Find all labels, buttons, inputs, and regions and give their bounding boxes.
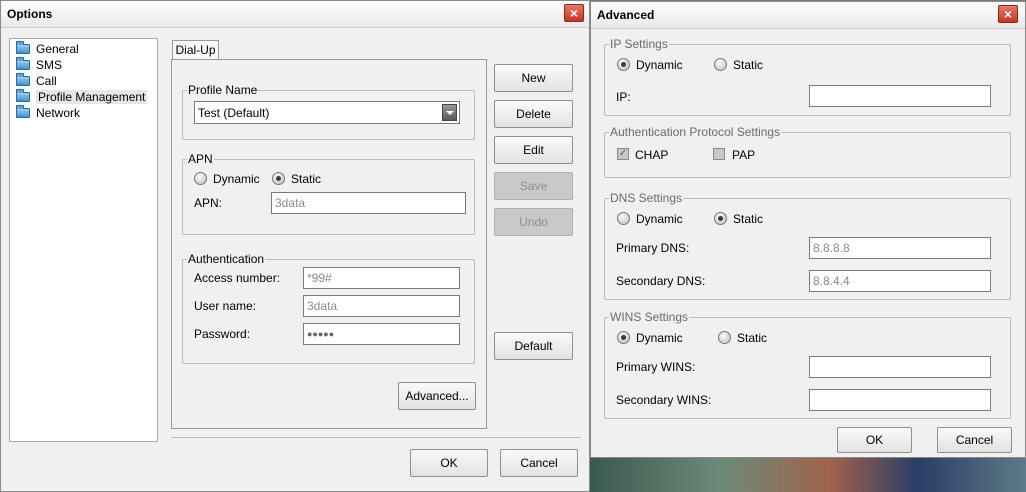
secondary-wins-label: Secondary WINS: (616, 393, 712, 407)
apn-static-label: Static (291, 172, 322, 186)
tree-item-profile-management[interactable]: Profile Management (16, 89, 148, 105)
chevron-down-icon[interactable] (442, 104, 457, 121)
ip-input[interactable] (809, 85, 991, 107)
secondary-dns-label: Secondary DNS: (616, 274, 706, 288)
default-button[interactable]: Default (494, 332, 573, 360)
ip-static-label: Static (733, 58, 764, 72)
advanced-button[interactable]: Advanced... (398, 382, 476, 410)
profile-name-group-label: Profile Name (187, 83, 259, 97)
pap-checkbox[interactable] (713, 148, 725, 160)
tree-item-label: General (36, 42, 79, 56)
wins-dynamic-label: Dynamic (636, 331, 683, 345)
apn-group-label: APN (187, 152, 214, 166)
options-title: Options (7, 7, 53, 21)
authentication-group-label: Authentication (187, 252, 266, 266)
advanced-ok-button[interactable]: OK (837, 427, 912, 453)
wins-static-radio[interactable] (718, 331, 731, 344)
open-folder-icon (16, 89, 30, 102)
options-titlebar[interactable]: Options × (1, 1, 589, 28)
delete-button[interactable]: Delete (494, 100, 573, 128)
user-name-label: User name: (194, 299, 257, 313)
dns-static-radio[interactable] (714, 212, 727, 225)
tree-item-label: Profile Management (36, 90, 148, 104)
undo-button[interactable]: Undo (494, 208, 573, 236)
profile-name-value: Test (Default) (198, 106, 270, 120)
advanced-titlebar[interactable]: Advanced × (591, 2, 1025, 29)
options-window: Options × General SMS Call Profile Manag… (0, 0, 590, 492)
primary-dns-label: Primary DNS: (616, 241, 690, 255)
wins-static-label: Static (737, 331, 768, 345)
authentication-protocol-group-label: Authentication Protocol Settings (609, 125, 782, 139)
pap-label: PAP (732, 148, 756, 162)
tree-item-label: Network (36, 106, 81, 120)
primary-wins-input[interactable] (809, 356, 991, 378)
advanced-cancel-button[interactable]: Cancel (937, 427, 1012, 453)
tree-item-sms[interactable]: SMS (16, 57, 62, 73)
folder-icon (16, 57, 30, 70)
password-label: Password: (194, 327, 251, 341)
options-category-tree: General SMS Call Profile Management Netw… (9, 38, 158, 442)
ip-settings-group-label: IP Settings (609, 37, 669, 51)
apn-label: APN: (194, 196, 223, 210)
folder-icon (16, 105, 30, 118)
apn-input[interactable]: 3data (271, 192, 466, 214)
ip-dynamic-radio[interactable] (617, 58, 630, 71)
chap-checkbox[interactable]: ✓ (617, 148, 629, 160)
desktop-background (590, 458, 1026, 492)
advanced-window: Advanced × IP Settings Dynamic Static IP… (590, 1, 1026, 458)
ip-label: IP: (616, 90, 631, 104)
ip-dynamic-label: Dynamic (636, 58, 683, 72)
options-close-button[interactable]: × (564, 4, 584, 22)
tree-item-network[interactable]: Network (16, 105, 80, 121)
dns-dynamic-label: Dynamic (636, 212, 683, 226)
password-input[interactable]: ●●●●● (303, 323, 460, 345)
apn-dynamic-label: Dynamic (213, 172, 260, 186)
dns-settings-group-label: DNS Settings (609, 191, 684, 205)
access-number-label: Access number: (194, 271, 281, 285)
folder-icon (16, 73, 30, 86)
wins-dynamic-radio[interactable] (617, 331, 630, 344)
tree-item-label: Call (36, 74, 57, 88)
options-ok-button[interactable]: OK (410, 449, 488, 477)
options-divider (171, 437, 581, 438)
user-name-input[interactable]: 3data (303, 295, 460, 317)
options-cancel-button[interactable]: Cancel (500, 449, 578, 477)
dns-dynamic-radio[interactable] (617, 212, 630, 225)
apn-dynamic-radio[interactable] (194, 172, 207, 185)
tree-item-general[interactable]: General (16, 41, 79, 57)
profile-name-dropdown[interactable]: Test (Default) (194, 101, 460, 124)
ip-static-radio[interactable] (714, 58, 727, 71)
primary-dns-input[interactable]: 8.8.8.8 (809, 237, 991, 259)
secondary-wins-input[interactable] (809, 389, 991, 411)
advanced-close-button[interactable]: × (998, 5, 1018, 23)
edit-button[interactable]: Edit (494, 136, 573, 164)
secondary-dns-input[interactable]: 8.8.4.4 (809, 270, 991, 292)
advanced-title: Advanced (597, 8, 655, 22)
primary-wins-label: Primary WINS: (616, 360, 696, 374)
tree-item-call[interactable]: Call (16, 73, 57, 89)
folder-icon (16, 41, 30, 54)
tree-item-label: SMS (36, 58, 63, 72)
tab-dial-up[interactable]: Dial-Up (172, 40, 219, 60)
new-button[interactable]: New (494, 64, 573, 92)
save-button[interactable]: Save (494, 172, 573, 200)
access-number-input[interactable]: *99# (303, 267, 460, 289)
wins-settings-group-label: WINS Settings (609, 310, 690, 324)
apn-static-radio[interactable] (272, 172, 285, 185)
chap-label: CHAP (635, 148, 669, 162)
dns-static-label: Static (733, 212, 764, 226)
